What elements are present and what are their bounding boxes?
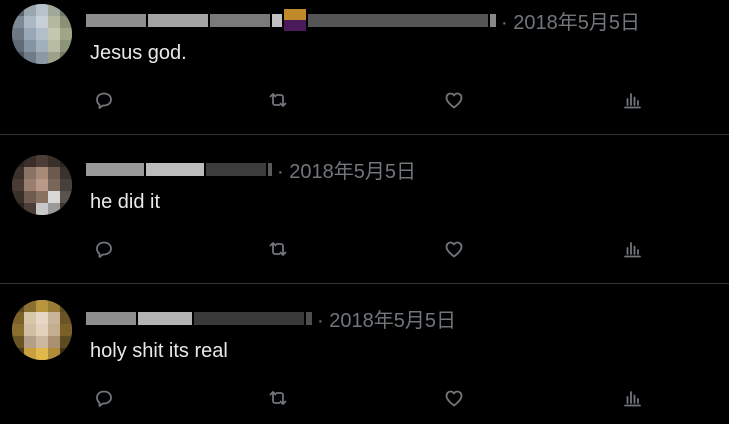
retweet-icon[interactable]	[264, 235, 292, 263]
redacted-name	[148, 13, 208, 27]
redacted-handle	[268, 162, 272, 176]
views-icon[interactable]	[618, 235, 646, 263]
tweet-text: holy shit its real	[90, 340, 228, 362]
reply-icon[interactable]	[90, 86, 118, 114]
action-bar	[0, 86, 729, 114]
tweet[interactable]: · 2018年5月5日 holy shit its real	[0, 284, 729, 424]
redacted-name	[272, 13, 282, 27]
like-icon[interactable]	[440, 235, 468, 263]
tweet-header: · 2018年5月5日	[86, 9, 640, 34]
like-icon[interactable]	[440, 384, 468, 412]
redacted-name	[86, 311, 136, 325]
redacted-handle	[194, 311, 304, 325]
tweet-date[interactable]: · 2018年5月5日	[501, 6, 640, 35]
views-icon[interactable]	[618, 86, 646, 114]
action-bar	[0, 384, 729, 412]
redacted-emoji	[284, 9, 306, 31]
tweet-header: · 2018年5月5日	[86, 308, 456, 332]
tweet[interactable]: · 2018年5月5日 Jesus god.	[0, 0, 729, 134]
tweet-date[interactable]: · 2018年5月5日	[277, 155, 416, 184]
avatar[interactable]	[12, 4, 72, 64]
reply-icon[interactable]	[90, 384, 118, 412]
tweet-date[interactable]: · 2018年5月5日	[317, 304, 456, 333]
redacted-name	[86, 13, 146, 27]
redacted-handle	[306, 311, 312, 325]
redacted-handle	[490, 13, 496, 27]
reply-feed: · 2018年5月5日 Jesus god. · 2018年5月5日 he di…	[0, 0, 729, 424]
tweet-text: he did it	[90, 191, 161, 213]
redacted-handle	[206, 162, 266, 176]
redacted-name	[210, 13, 270, 27]
retweet-icon[interactable]	[264, 86, 292, 114]
tweet[interactable]: · 2018年5月5日 he did it	[0, 135, 729, 283]
redacted-name	[146, 162, 204, 176]
views-icon[interactable]	[618, 384, 646, 412]
redacted-handle	[308, 13, 488, 27]
retweet-icon[interactable]	[264, 384, 292, 412]
like-icon[interactable]	[440, 86, 468, 114]
tweet-text: Jesus god.	[90, 42, 187, 64]
redacted-name	[138, 311, 192, 325]
avatar[interactable]	[12, 155, 72, 215]
tweet-header: · 2018年5月5日	[86, 159, 416, 183]
reply-icon[interactable]	[90, 235, 118, 263]
action-bar	[0, 235, 729, 263]
avatar[interactable]	[12, 300, 72, 360]
redacted-name	[86, 162, 144, 176]
